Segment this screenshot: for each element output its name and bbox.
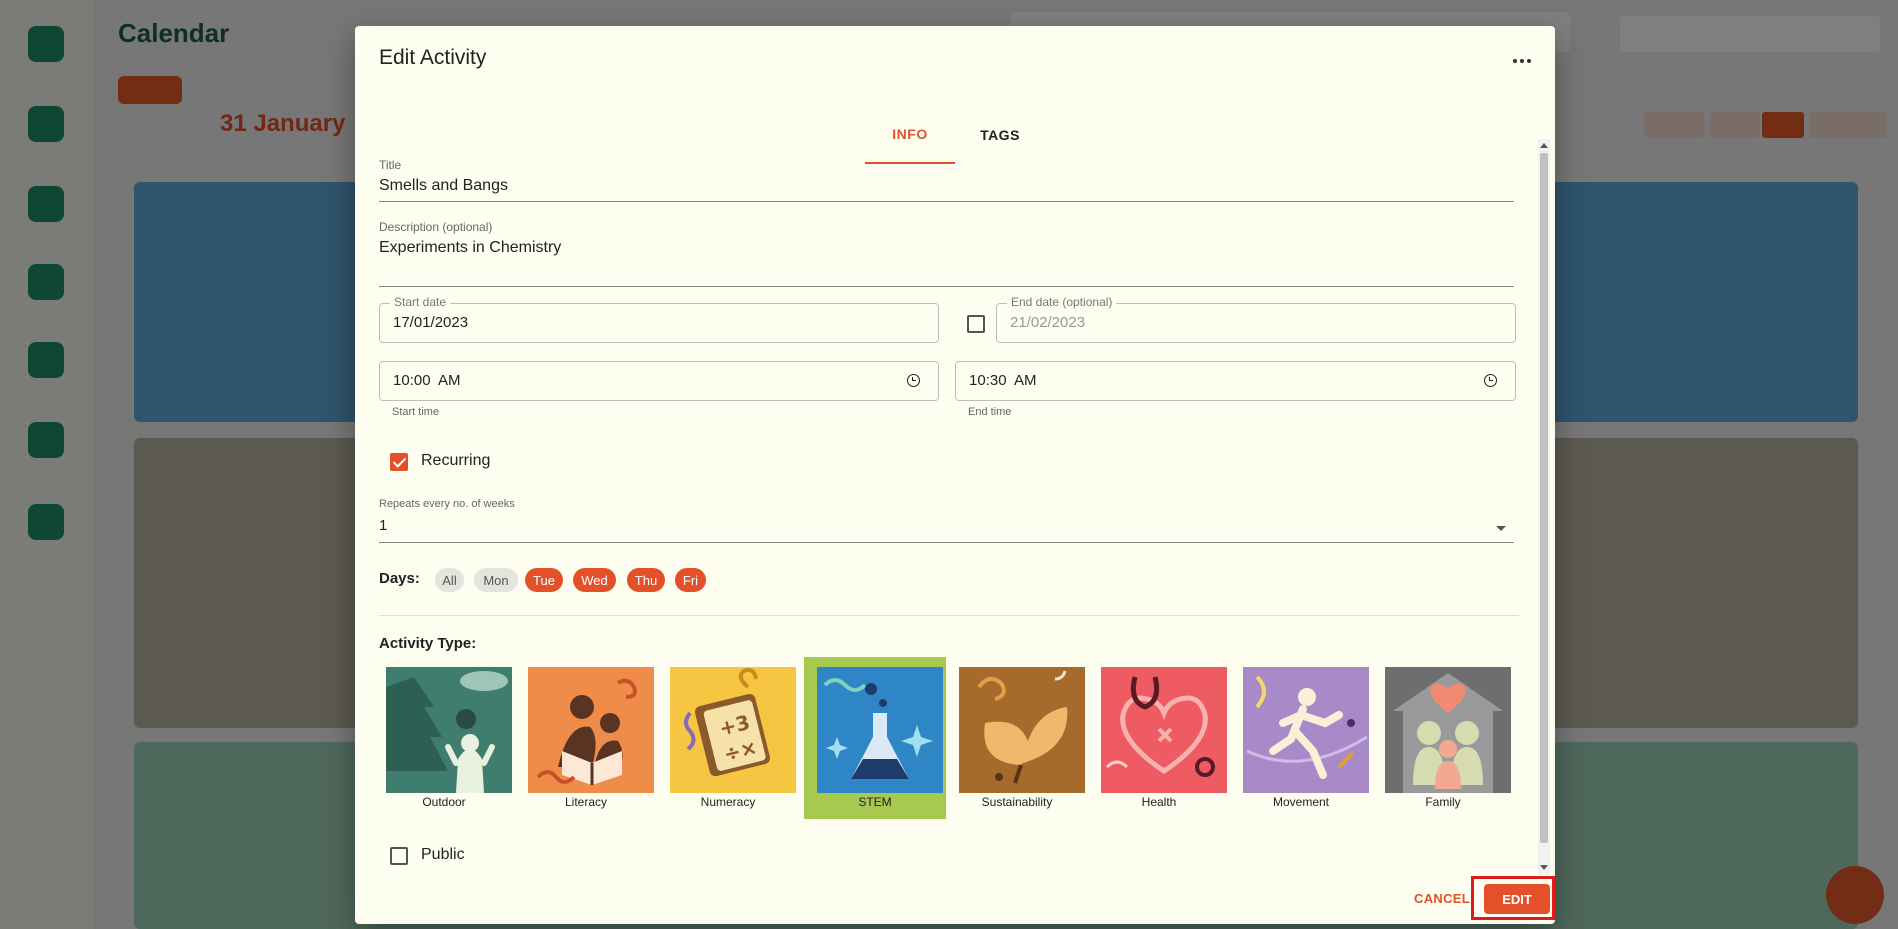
recurring-label: Recurring: [421, 452, 491, 469]
end-time-helper: End time: [968, 406, 1012, 418]
repeats-label: Repeats every no. of weeks: [379, 498, 515, 510]
end-date-checkbox[interactable]: [967, 315, 985, 333]
outdoor-icon: [386, 667, 512, 793]
cancel-button[interactable]: CANCEL: [1414, 887, 1470, 909]
activity-type-name: Outdoor: [422, 795, 466, 809]
activity-type-name: Family: [1425, 795, 1461, 809]
end-date-field[interactable]: End date (optional) 21/02/2023: [996, 295, 1516, 343]
edit-activity-dialog: Edit Activity INFO TAGS Title Smells and…: [355, 26, 1555, 924]
activity-type-outdoor[interactable]: Outdoor: [373, 657, 515, 819]
sustainability-icon: [959, 667, 1085, 793]
description-field-label: Description (optional): [379, 220, 493, 234]
movement-icon: [1243, 667, 1369, 793]
clock-icon[interactable]: [907, 374, 920, 387]
more-horizontal-icon: [1520, 59, 1524, 63]
public-label: Public: [421, 846, 465, 863]
literacy-icon: [528, 667, 654, 793]
activity-type-movement[interactable]: Movement: [1230, 657, 1372, 819]
activity-type-name: Numeracy: [700, 795, 756, 809]
day-chip-thu[interactable]: Thu: [627, 568, 665, 592]
more-options-button[interactable]: [1507, 48, 1537, 74]
activity-type-numeracy[interactable]: +3 ÷× Numeracy: [657, 657, 799, 819]
clock-icon[interactable]: [1484, 374, 1497, 387]
activity-type-health[interactable]: Health: [1088, 657, 1230, 819]
edit-button[interactable]: EDIT: [1484, 884, 1550, 914]
day-chip-tue[interactable]: Tue: [525, 568, 563, 592]
scroll-down-arrow[interactable]: [1540, 865, 1548, 870]
days-label: Days:: [379, 570, 420, 587]
activity-type-sustainability[interactable]: Sustainability: [946, 657, 1088, 819]
day-chip-all[interactable]: All: [435, 568, 464, 592]
public-checkbox[interactable]: [390, 847, 408, 865]
numeracy-icon: +3 ÷×: [670, 667, 796, 793]
activity-type-label: Activity Type:: [379, 635, 477, 652]
activity-type-name: STEM: [858, 795, 892, 809]
day-chip-mon[interactable]: Mon: [474, 568, 518, 592]
dialog-scrollbar[interactable]: [1538, 139, 1550, 875]
description-input[interactable]: Experiments in Chemistry: [379, 239, 561, 257]
day-chip-wed[interactable]: Wed: [573, 568, 616, 592]
activity-type-stem[interactable]: STEM: [804, 657, 946, 819]
dialog-title: Edit Activity: [379, 46, 487, 69]
start-time-value: 10:00 AM: [393, 372, 461, 389]
title-input[interactable]: Smells and Bangs: [379, 177, 508, 195]
start-time-field[interactable]: 10:00 AM: [379, 361, 939, 401]
section-divider: [379, 615, 1519, 616]
tab-tags[interactable]: TAGS: [955, 106, 1045, 164]
start-date-value: 17/01/2023: [393, 314, 469, 331]
repeats-select[interactable]: 1: [379, 517, 387, 534]
recurring-checkbox[interactable]: [390, 453, 408, 471]
end-time-value: 10:30 AM: [969, 372, 1037, 389]
end-time-field[interactable]: 10:30 AM: [955, 361, 1516, 401]
health-icon: [1101, 667, 1227, 793]
chevron-down-icon[interactable]: [1496, 526, 1506, 531]
activity-type-name: Sustainability: [981, 795, 1053, 809]
title-underline: [379, 201, 1514, 202]
day-chip-fri[interactable]: Fri: [675, 568, 706, 592]
family-icon: [1385, 667, 1511, 793]
title-field-label: Title: [379, 158, 402, 172]
scroll-up-arrow[interactable]: [1540, 143, 1548, 148]
tab-info[interactable]: INFO: [865, 106, 955, 164]
more-horizontal-icon: [1513, 59, 1517, 63]
more-horizontal-icon: [1527, 59, 1531, 63]
end-date-label: End date (optional): [1007, 295, 1117, 309]
repeats-underline: [379, 542, 1514, 543]
stem-icon: [817, 667, 943, 793]
start-date-field[interactable]: Start date 17/01/2023: [379, 295, 939, 343]
description-underline: [379, 286, 1514, 287]
end-date-value: 21/02/2023: [1010, 314, 1086, 331]
activity-type-literacy[interactable]: Literacy: [515, 657, 657, 819]
activity-type-name: Movement: [1272, 795, 1330, 809]
activity-type-family[interactable]: Family: [1372, 657, 1514, 819]
scrollbar-thumb[interactable]: [1540, 153, 1548, 843]
activity-type-name: Literacy: [564, 795, 608, 809]
activity-type-name: Health: [1141, 795, 1177, 809]
start-date-label: Start date: [390, 295, 451, 309]
start-time-helper: Start time: [392, 406, 440, 418]
